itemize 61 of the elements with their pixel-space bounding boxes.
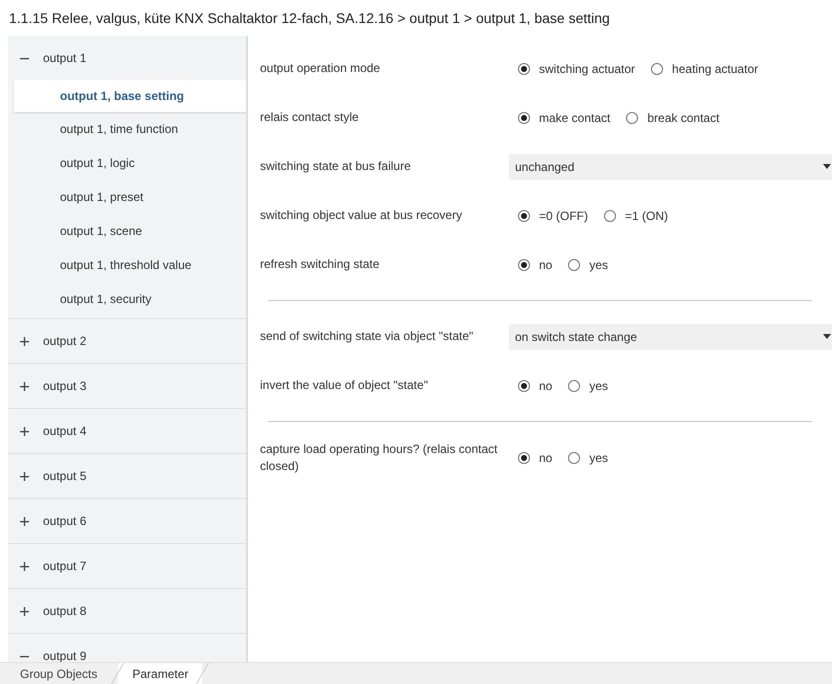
tree-group[interactable]: output 1 — [8, 36, 246, 80]
tree-group[interactable]: output 4 — [8, 409, 246, 453]
option-label: make contact — [539, 110, 610, 126]
expand-icon[interactable] — [20, 516, 29, 526]
option-label: =1 (ON) — [625, 208, 668, 224]
caret-icon — [823, 164, 831, 169]
tree-item[interactable]: output 1, logic — [8, 146, 246, 180]
radio-button[interactable] — [518, 112, 530, 124]
tree-group[interactable]: output 7 — [8, 544, 246, 588]
option-label: switching actuator — [539, 60, 636, 78]
tree-group[interactable]: output 6 — [8, 499, 246, 543]
radio-button[interactable] — [518, 452, 530, 464]
setting-label: invert the value of object "state" — [259, 377, 429, 394]
tree-item[interactable]: output 1, threshold value — [8, 248, 246, 282]
expand-icon[interactable] — [20, 426, 29, 436]
caret-icon — [823, 334, 831, 339]
radio-button[interactable] — [604, 210, 616, 222]
option-label: no — [539, 450, 552, 466]
expand-icon[interactable] — [20, 562, 29, 570]
option-label: yes — [589, 378, 608, 394]
setting-label: capture load operating hours? (relais contact closed) — [259, 440, 498, 474]
radio-button[interactable] — [518, 210, 530, 222]
setting-label: output operation mode — [259, 60, 382, 77]
tree-item[interactable]: output 1, scene — [8, 214, 246, 248]
setting-label: relais contact style — [259, 109, 360, 126]
tree-group[interactable]: output 5 — [8, 454, 246, 498]
window-title: 1.1.15 Relee, valgus, küte KNX Schaltaktor 12-fach, SA.12.16 > output 1 > output 1, base setting — [9, 8, 610, 28]
tree-group[interactable]: output 3 — [8, 364, 246, 408]
radio-button[interactable] — [518, 258, 530, 270]
option-label: break contact — [647, 110, 720, 126]
tree-item[interactable]: output 1, base setting — [14, 80, 246, 112]
option-label: heating actuator — [672, 60, 758, 78]
dropdown-field[interactable]: on switch state change — [509, 324, 832, 350]
setting-label: refresh switching state — [259, 256, 380, 273]
radio-button[interactable] — [626, 112, 638, 124]
tab[interactable]: Group Objects — [0, 663, 118, 684]
expand-icon[interactable] — [20, 336, 29, 346]
tree-group[interactable]: output 2 — [8, 319, 246, 363]
tree-item[interactable]: output 1, security — [8, 282, 246, 316]
option-label: yes — [589, 450, 608, 466]
option-label: no — [539, 378, 552, 394]
radio-button[interactable] — [651, 62, 664, 74]
option-label: no — [539, 256, 552, 274]
tree-group[interactable]: output 8 — [8, 589, 246, 633]
option-label: =0 (OFF) — [539, 208, 588, 224]
radio-button[interactable] — [568, 380, 580, 392]
option-label: yes — [589, 256, 608, 274]
radio-button[interactable] — [518, 62, 530, 74]
expand-icon[interactable] — [20, 606, 29, 616]
radio-button[interactable] — [568, 452, 580, 464]
expand-icon[interactable] — [20, 472, 29, 480]
tab[interactable]: Parameter — [118, 663, 202, 684]
tree-item[interactable]: output 1, preset — [8, 180, 246, 214]
dropdown-field[interactable]: unchanged — [509, 154, 832, 180]
setting-label: send of switching state via object "state" — [259, 328, 474, 345]
expand-icon[interactable] — [20, 382, 29, 390]
radio-button[interactable] — [568, 258, 580, 270]
setting-label: switching state at bus failure — [259, 158, 412, 175]
tree-item[interactable]: output 1, time function — [8, 112, 246, 146]
setting-label: switching object value at bus recovery — [259, 207, 464, 224]
radio-button[interactable] — [518, 380, 530, 392]
